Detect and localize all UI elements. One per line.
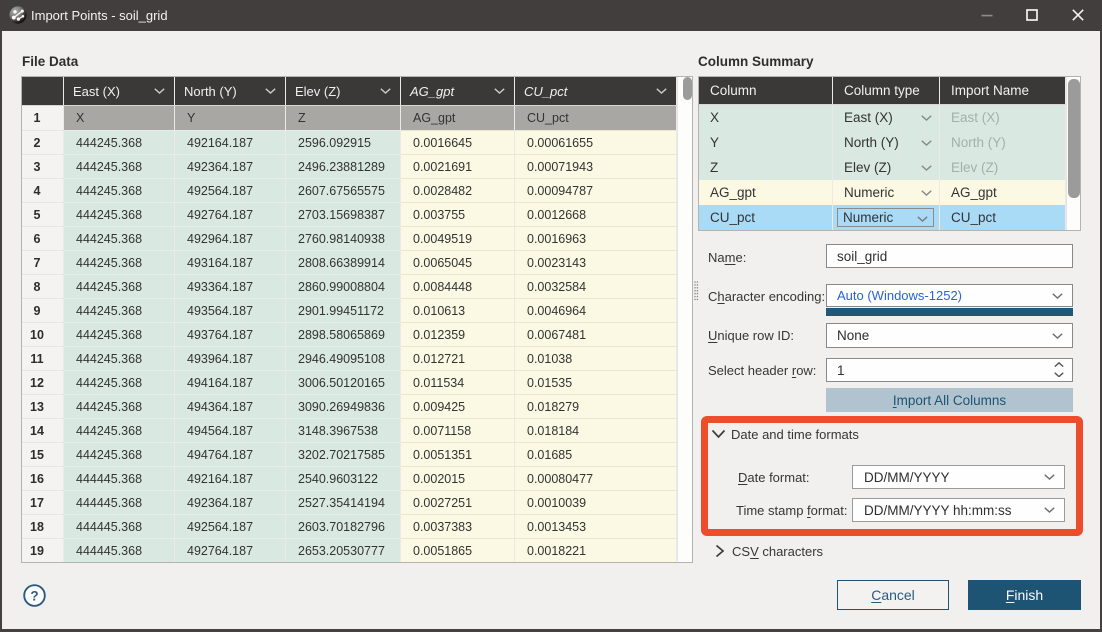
svg-text:?: ? (30, 588, 38, 603)
